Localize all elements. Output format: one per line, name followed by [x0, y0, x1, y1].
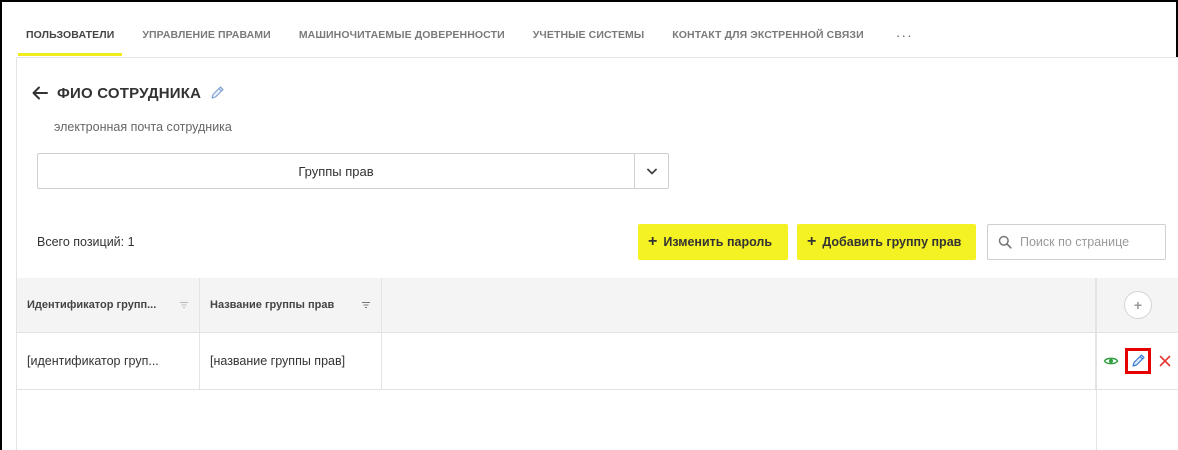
column-header-group-name[interactable]: Название группы прав — [200, 278, 382, 332]
table-row[interactable]: [идентификатор груп... [название группы … — [17, 333, 1178, 390]
chevron-down-icon — [646, 168, 657, 174]
tab-accounting-systems[interactable]: УЧЕТНЫЕ СИСТЕМЫ — [519, 14, 659, 56]
search-input[interactable] — [1020, 235, 1150, 249]
eye-icon[interactable] — [1103, 353, 1119, 369]
rights-groups-table: Идентификатор групп... Название группы п… — [17, 278, 1178, 450]
tab-machine-readable-poa[interactable]: МАШИНОЧИТАЕМЫЕ ДОВЕРЕННОСТИ — [285, 14, 519, 56]
page-title: ФИО СОТРУДНИКА — [57, 84, 202, 102]
row-actions — [1096, 333, 1178, 389]
search-box[interactable] — [987, 224, 1166, 260]
plus-icon: + — [807, 233, 817, 250]
empty-filler — [17, 390, 1096, 450]
empty-actions-column — [1096, 390, 1178, 450]
row-filler — [382, 333, 1096, 389]
table-empty-area — [17, 390, 1178, 450]
add-rights-group-label: Добавить группу прав — [822, 235, 962, 249]
tabs-more-button[interactable]: ··· — [878, 14, 931, 56]
change-password-button[interactable]: + Изменить пароль — [638, 224, 788, 260]
pencil-icon[interactable] — [209, 85, 225, 101]
frame-top-border — [0, 0, 1178, 2]
cell-group-name: [название группы прав] — [200, 333, 382, 389]
edit-button-highlight[interactable] — [1125, 348, 1151, 374]
tab-users[interactable]: ПОЛЬЗОВАТЕЛИ — [12, 14, 128, 56]
back-arrow-icon[interactable] — [31, 84, 49, 102]
column-header-label: Название группы прав — [210, 299, 335, 311]
user-card: ФИО СОТРУДНИКА электронная почта сотрудн… — [16, 57, 1178, 450]
table-header-actions: + — [1096, 278, 1178, 332]
rights-groups-select[interactable]: Группы прав — [37, 153, 669, 189]
total-count: Всего позиций: 1 — [37, 235, 135, 249]
add-rights-group-button[interactable]: + Добавить группу прав — [797, 224, 976, 260]
change-password-label: Изменить пароль — [663, 235, 773, 249]
tab-bar: ПОЛЬЗОВАТЕЛИ УПРАВЛЕНИЕ ПРАВАМИ МАШИНОЧИ… — [12, 14, 931, 56]
column-header-group-id[interactable]: Идентификатор групп... — [17, 278, 200, 332]
pencil-icon[interactable] — [1130, 353, 1146, 369]
frame-left-border — [0, 0, 2, 450]
table-header: Идентификатор групп... Название группы п… — [17, 278, 1178, 333]
title-row: ФИО СОТРУДНИКА — [31, 84, 225, 102]
sort-icon[interactable] — [361, 301, 371, 309]
search-icon — [998, 235, 1012, 249]
tab-rights-management[interactable]: УПРАВЛЕНИЕ ПРАВАМИ — [128, 14, 284, 56]
close-icon[interactable] — [1157, 353, 1173, 369]
column-header-label: Идентификатор групп... — [27, 299, 157, 311]
sort-icon[interactable] — [179, 301, 189, 309]
cell-group-id: [идентификатор груп... — [17, 333, 200, 389]
row-actions-group — [1103, 348, 1173, 374]
add-column-button[interactable]: + — [1124, 291, 1152, 319]
tab-emergency-contact[interactable]: КОНТАКТ ДЛЯ ЭКСТРЕННОЙ СВЯЗИ — [658, 14, 877, 56]
plus-icon: + — [648, 233, 658, 250]
rights-groups-select-value: Группы прав — [298, 163, 374, 179]
table-header-filler — [382, 278, 1096, 332]
select-toggle[interactable] — [634, 154, 668, 188]
employee-email: электронная почта сотрудника — [54, 120, 232, 134]
